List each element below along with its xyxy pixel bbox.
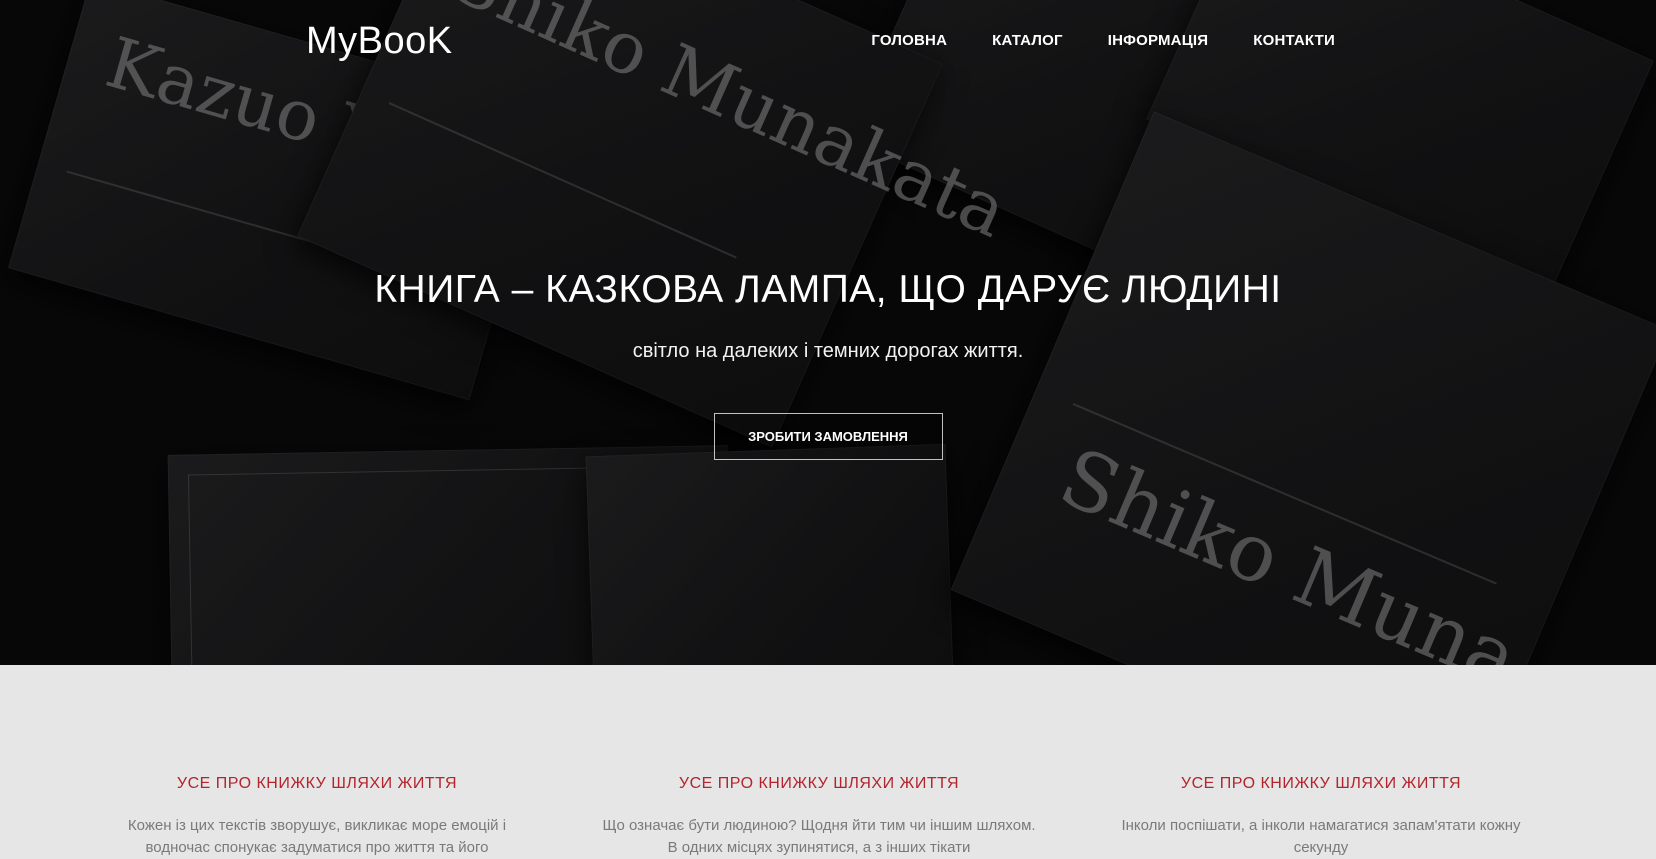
top-navigation: MyBooK ГОЛОВНА КАТАЛОГ ІНФОРМАЦІЯ КОНТАК… [0, 0, 1656, 84]
hero-subtitle: світло на далеких і темних дорогах життя… [632, 340, 1024, 362]
feature-text: Кожен із цих текстів зворушує, викликає … [127, 817, 507, 856]
feature-column: УСЕ ПРО КНИЖКУ ШЛЯХИ ЖИТТЯ Кожен із цих … [97, 775, 537, 859]
site-logo[interactable]: MyBooK [306, 20, 453, 63]
feature-heading: УСЕ ПРО КНИЖКУ ШЛЯХИ ЖИТТЯ [678, 775, 960, 792]
features-section: УСЕ ПРО КНИЖКУ ШЛЯХИ ЖИТТЯ Кожен із цих … [0, 665, 1656, 857]
nav-link-home[interactable]: ГОЛОВНА [871, 32, 947, 49]
main-menu: ГОЛОВНА КАТАЛОГ ІНФОРМАЦІЯ КОНТАКТИ [871, 32, 1335, 49]
nav-link-catalog[interactable]: КАТАЛОГ [992, 32, 1063, 49]
feature-text: Що означає бути людиною? Щодня йти тим ч… [602, 817, 1036, 856]
hero-title: КНИГА – КАЗКОВА ЛАМПА, ЩО ДАРУЄ ЛЮДИНІ [374, 268, 1282, 311]
feature-text: Інколи поспішати, а інколи намагатися за… [1121, 817, 1521, 856]
nav-link-information[interactable]: ІНФОРМАЦІЯ [1108, 32, 1209, 49]
hero-section: Kazuo Yagi Shiko Munakata Shiko Muna MyB… [0, 0, 1656, 665]
hero-content: КНИГА – КАЗКОВА ЛАМПА, ЩО ДАРУЄ ЛЮДИНІ с… [0, 268, 1656, 460]
feature-column: УСЕ ПРО КНИЖКУ ШЛЯХИ ЖИТТЯ Інколи поспіш… [1101, 775, 1541, 859]
feature-heading: УСЕ ПРО КНИЖКУ ШЛЯХИ ЖИТТЯ [176, 775, 458, 792]
feature-heading: УСЕ ПРО КНИЖКУ ШЛЯХИ ЖИТТЯ [1180, 775, 1462, 792]
feature-column: УСЕ ПРО КНИЖКУ ШЛЯХИ ЖИТТЯ Що означає бу… [599, 775, 1039, 859]
nav-link-contacts[interactable]: КОНТАКТИ [1253, 32, 1335, 49]
order-button[interactable]: ЗРОБИТИ ЗАМОВЛЕННЯ [713, 413, 943, 460]
